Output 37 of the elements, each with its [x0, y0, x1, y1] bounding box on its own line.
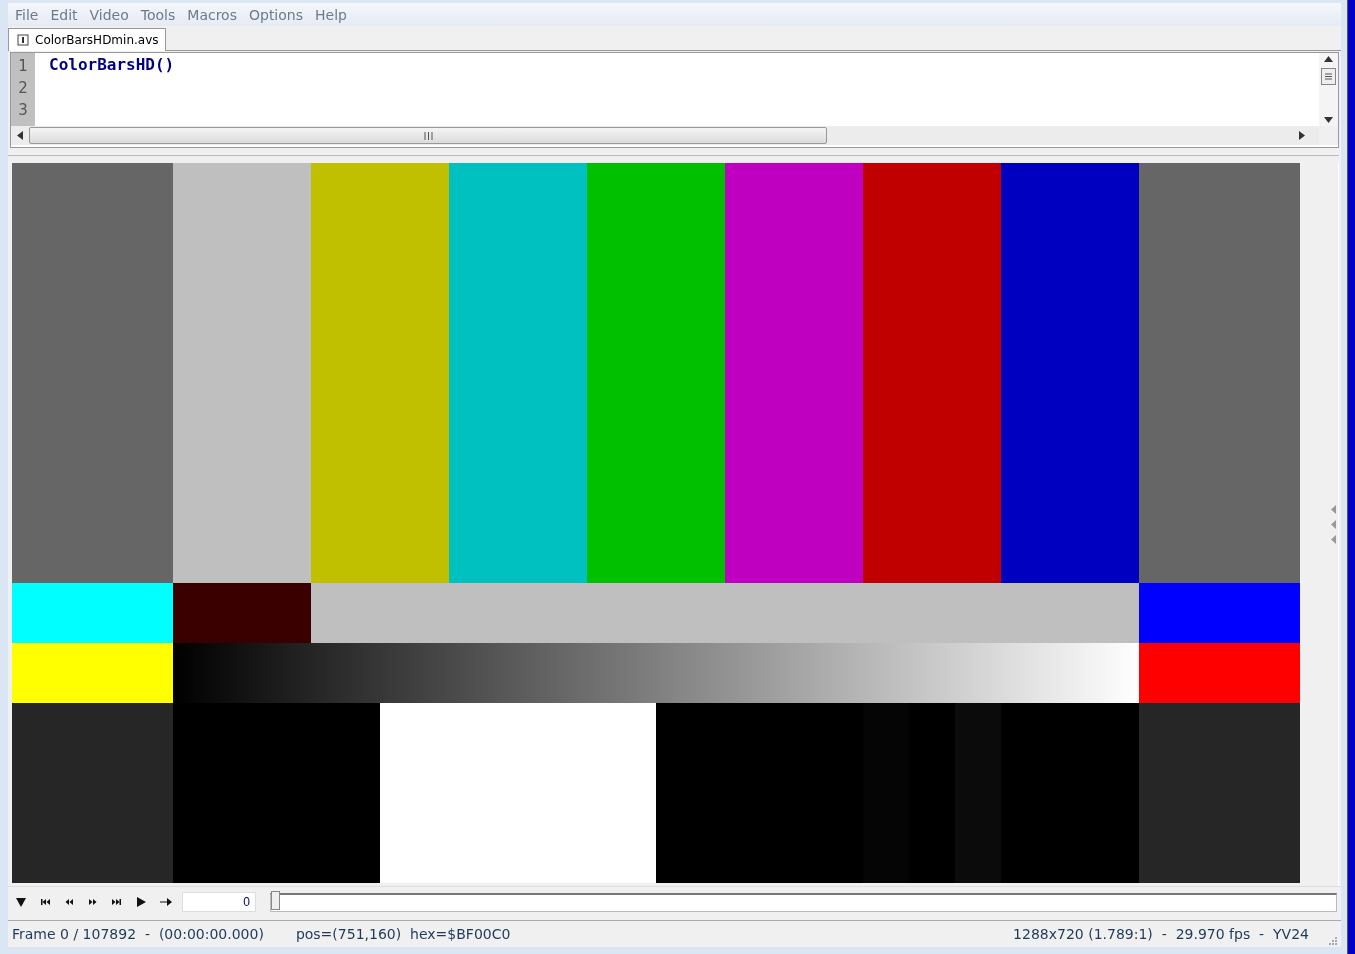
frame-number-field[interactable]: 0 — [182, 892, 256, 912]
pixel-info: pos=(751,160) hex=$BF00C0 — [295, 926, 511, 942]
document-icon — [17, 34, 29, 46]
play-icon — [135, 896, 147, 908]
down-triangle-icon — [15, 896, 27, 908]
code-line: ColorBarsHD() — [49, 54, 175, 76]
scroll-down-icon — [1324, 117, 1333, 123]
file-tab[interactable]: ColorBarsHDmin.avs — [8, 28, 166, 51]
skip-back-icon — [39, 896, 51, 908]
vertical-scrollbar[interactable] — [1319, 53, 1338, 126]
scroll-up-icon — [1324, 56, 1333, 62]
skip-forward-icon — [111, 896, 123, 908]
frame-info: Frame 0 / 107892 - (00:00:00.000) — [12, 926, 264, 942]
fast-forward-icon — [87, 896, 99, 908]
rewind-icon — [63, 896, 75, 908]
scroll-thumb-icon — [1321, 68, 1336, 85]
line-number: 2 — [18, 78, 28, 99]
menu-item[interactable]: Edit — [45, 6, 85, 23]
arrow-right-icon — [159, 896, 173, 908]
grip-icon — [423, 131, 433, 140]
slider-thumb[interactable] — [271, 890, 280, 910]
line-number: 3 — [18, 100, 28, 121]
menu-item[interactable]: Video — [84, 6, 136, 23]
line-number: 1 — [18, 56, 28, 77]
scroll-right-icon — [1299, 131, 1305, 140]
frame-slider[interactable] — [270, 892, 1337, 912]
video-info: 1288x720 (1.789:1) - 29.970 fps - YV24 — [1013, 926, 1309, 942]
scroll-left-icon — [17, 131, 23, 140]
menu-item[interactable]: Help — [310, 6, 354, 23]
horizontal-scrollbar[interactable] — [11, 126, 1319, 145]
resize-grip-icon[interactable] — [1327, 935, 1337, 945]
script-editor[interactable]: 1 2 3 ColorBarsHD() — [10, 52, 1339, 148]
menu-item[interactable]: Options — [243, 6, 310, 23]
scrollbar-corner — [1319, 126, 1338, 145]
menu-item[interactable]: File — [10, 6, 46, 23]
menu-item[interactable]: Macros — [182, 6, 244, 23]
menu-item[interactable]: Tools — [135, 6, 183, 23]
